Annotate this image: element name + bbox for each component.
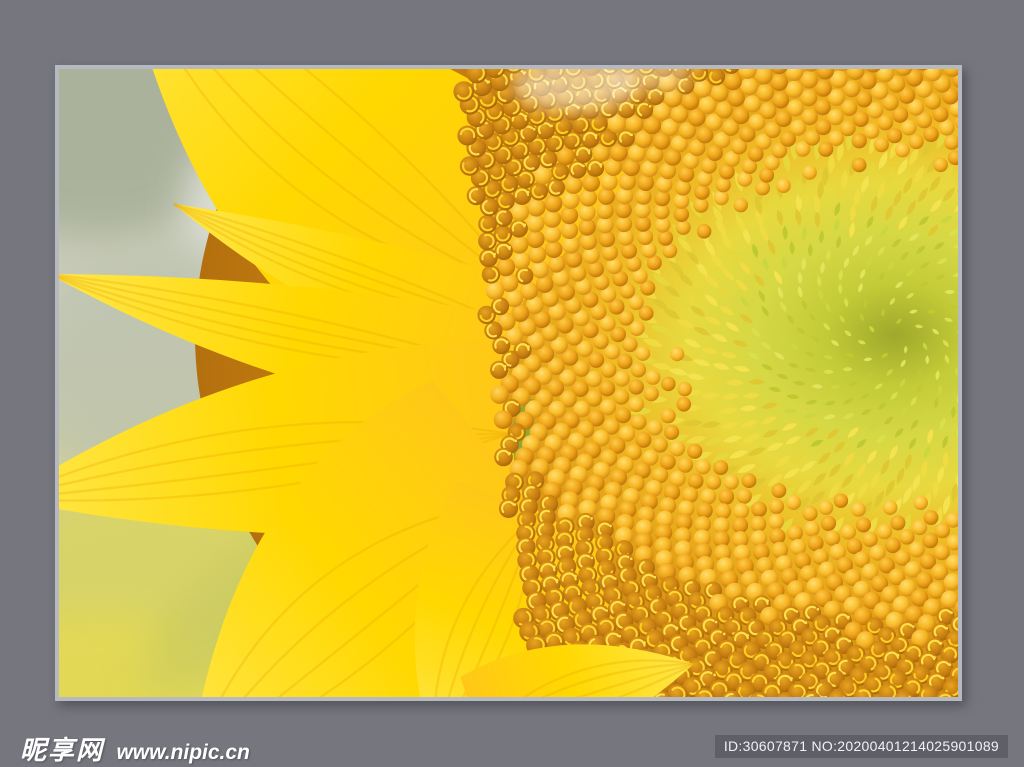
nipic-logo-cn: 昵享网	[20, 735, 105, 765]
page-background: 昵享网 www.nipic.cn ID:30607871 NO:20200401…	[0, 0, 1024, 765]
sunflower-photo	[59, 69, 958, 697]
image-id-badge: ID:30607871 NO:20200401214025901089	[714, 735, 1008, 758]
photo-frame	[55, 65, 962, 701]
nipic-logo-url: www.nipic.cn	[116, 741, 250, 764]
footer-watermark-bar: 昵享网 www.nipic.cn ID:30607871 NO:20200401…	[0, 727, 1024, 765]
nipic-logo: 昵享网 www.nipic.cn	[20, 730, 250, 767]
